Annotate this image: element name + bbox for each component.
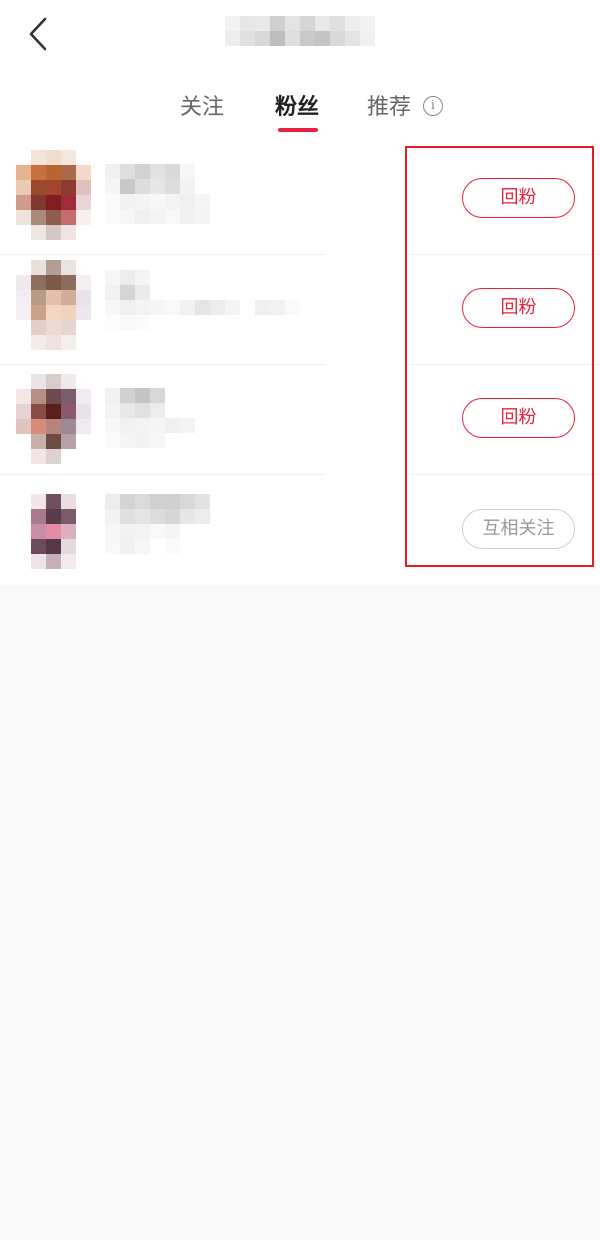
chevron-left-icon [29,17,47,51]
tab-recommended[interactable]: 推荐 [367,88,411,128]
username-pixelated [105,270,300,330]
username-pixelated [105,494,210,554]
tab-bar: 关注 粉丝 推荐 i [0,88,600,136]
avatar[interactable] [16,150,91,240]
avatar[interactable] [16,494,91,584]
highlight-box [405,146,594,567]
active-tab-indicator [278,128,318,132]
tab-following[interactable]: 关注 [180,88,224,128]
page-title-pixelated [225,16,375,46]
username-pixelated [105,164,210,224]
back-button[interactable] [18,14,58,54]
fans-page: 关注 粉丝 推荐 i 回粉 回粉 回粉 互相关注 [0,0,600,585]
avatar[interactable] [16,260,91,350]
avatar[interactable] [16,374,91,464]
info-icon[interactable]: i [423,96,443,116]
username-pixelated [105,388,195,448]
tab-fans[interactable]: 粉丝 [275,88,319,128]
